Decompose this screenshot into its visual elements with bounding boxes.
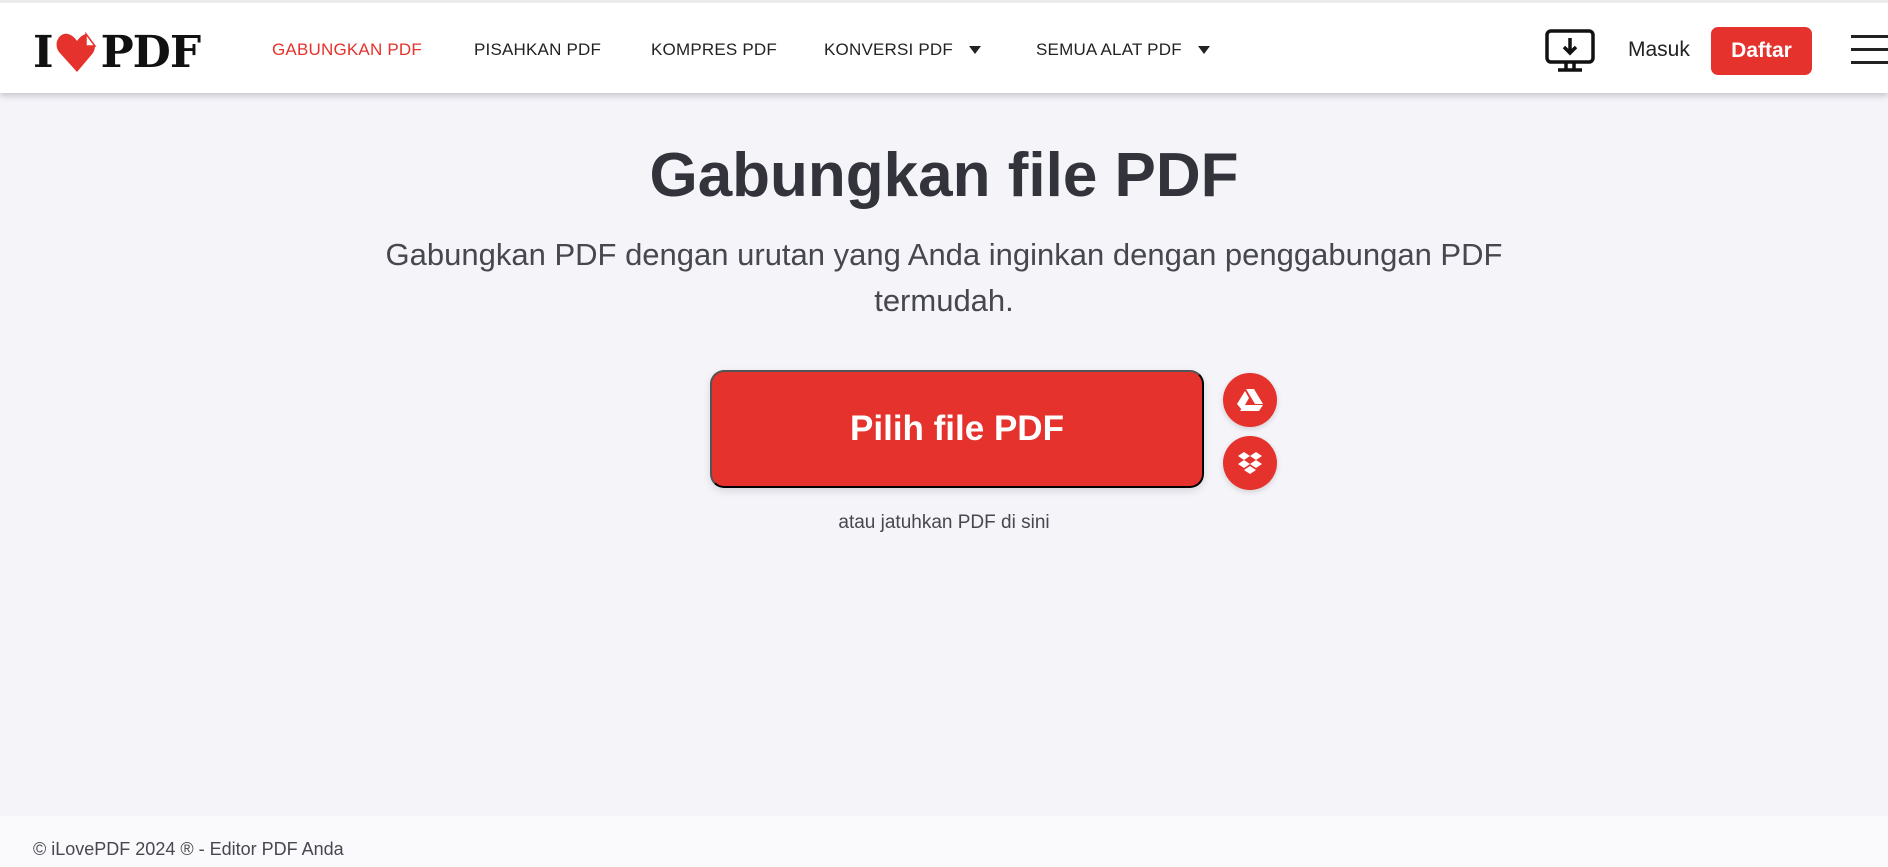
select-pdf-button[interactable]: Pilih file PDF bbox=[710, 370, 1204, 488]
google-drive-icon bbox=[1237, 389, 1263, 411]
signup-button[interactable]: Daftar bbox=[1711, 27, 1812, 75]
caret-down-icon bbox=[1197, 45, 1210, 54]
page-title: Gabungkan file PDF bbox=[649, 141, 1239, 210]
desktop-download-icon[interactable] bbox=[1545, 29, 1595, 73]
dropbox-icon bbox=[1238, 452, 1262, 474]
dropbox-button[interactable] bbox=[1223, 436, 1277, 490]
footer: © iLovePDF 2024 ® - Editor PDF Anda bbox=[0, 816, 1888, 867]
footer-copyright: © iLovePDF 2024 ® - Editor PDF Anda bbox=[33, 839, 344, 859]
heart-icon bbox=[56, 31, 97, 72]
drop-hint: atau jatuhkan PDF di sini bbox=[838, 512, 1050, 533]
nav-all-tools-label: SEMUA ALAT PDF bbox=[1036, 39, 1182, 59]
hamburger-menu-icon[interactable] bbox=[1851, 35, 1888, 65]
nav-merge-pdf[interactable]: GABUNGKAN PDF bbox=[272, 3, 422, 96]
ilovepdf-logo[interactable]: I PDF bbox=[33, 26, 201, 78]
nav-convert-label: KONVERSI PDF bbox=[824, 39, 953, 59]
page-subtitle: Gabungkan PDF dengan urutan yang Anda in… bbox=[385, 237, 1503, 318]
nav-split-pdf[interactable]: PISAHKAN PDF bbox=[474, 3, 601, 96]
logo-text-pdf: PDF bbox=[100, 26, 201, 78]
caret-down-icon bbox=[968, 45, 981, 54]
login-link[interactable]: Masuk bbox=[1628, 3, 1690, 96]
nav-compress-pdf[interactable]: KOMPRES PDF bbox=[651, 3, 777, 96]
nav-all-tools[interactable]: SEMUA ALAT PDF bbox=[1036, 3, 1210, 96]
logo-text-i: I bbox=[33, 26, 54, 78]
nav-convert-pdf[interactable]: KONVERSI PDF bbox=[824, 3, 981, 96]
top-header: I PDF GABUNGKAN PDF PISAHKAN PDF KOMPRES… bbox=[0, 0, 1888, 93]
google-drive-button[interactable] bbox=[1223, 373, 1277, 427]
